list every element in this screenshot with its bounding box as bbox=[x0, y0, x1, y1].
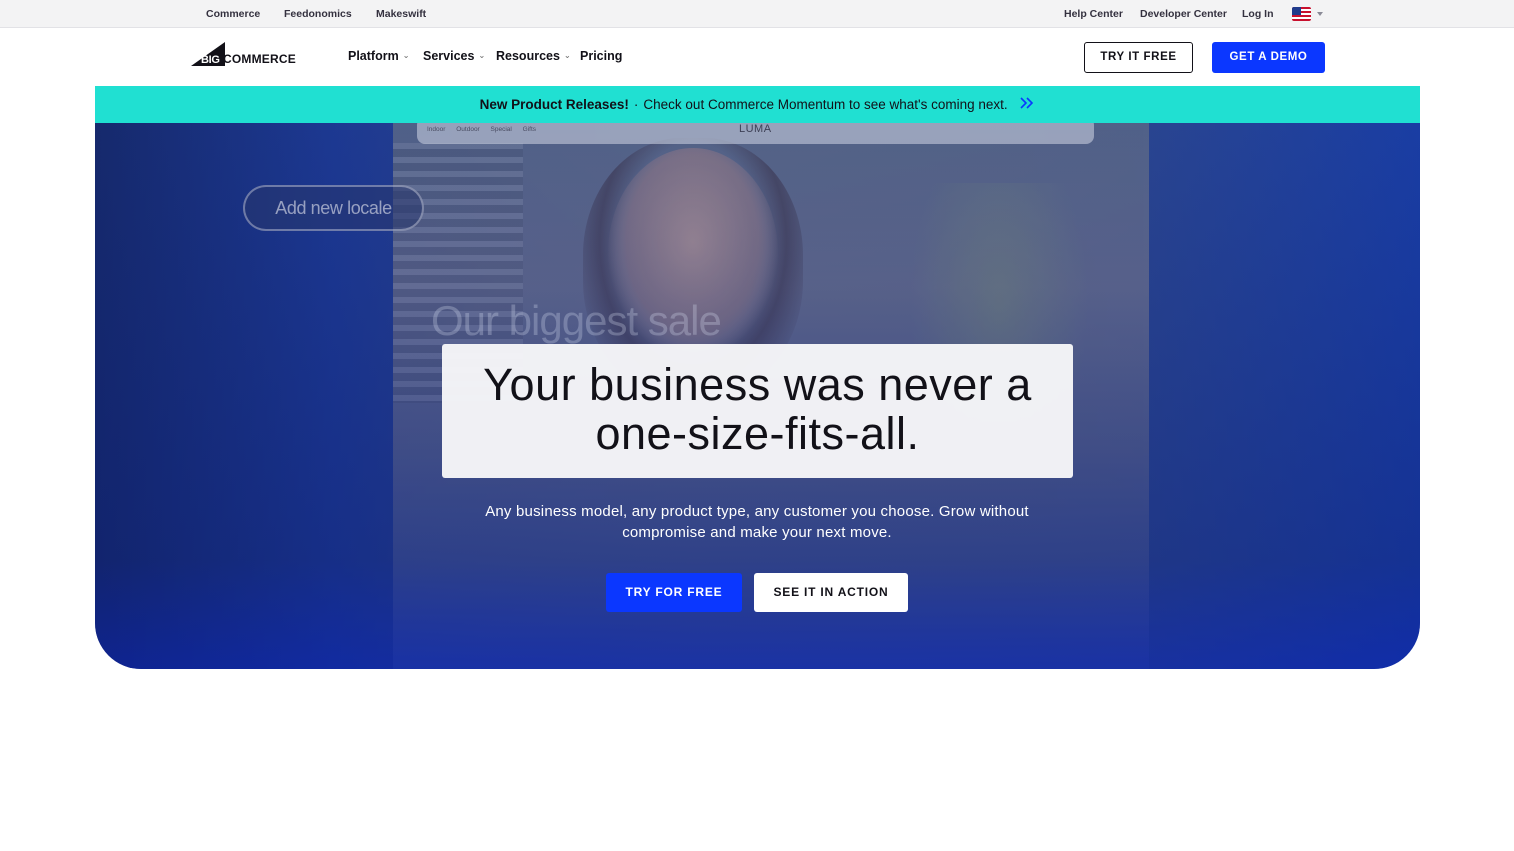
logo-big-text: BIG bbox=[201, 54, 220, 66]
see-it-in-action-button[interactable]: SEE IT IN ACTION bbox=[754, 573, 908, 612]
chevron-down-icon: ⌄ bbox=[478, 51, 486, 60]
solutions-description: Launch quickly and customize the essenti… bbox=[470, 796, 1045, 834]
nav-item-label: Resources bbox=[496, 49, 560, 63]
utility-link-log-in[interactable]: Log In bbox=[1242, 8, 1274, 20]
nav-item-label: Platform bbox=[348, 49, 399, 63]
chevron-down-icon: ⌄ bbox=[402, 51, 410, 60]
ghost-sale-text: Our biggest sale bbox=[431, 297, 722, 344]
try-it-free-button[interactable]: TRY IT FREE bbox=[1084, 42, 1193, 73]
utility-link-feedonomics[interactable]: Feedonomics bbox=[284, 8, 352, 20]
announcement-text: Check out Commerce Momentum to see what'… bbox=[643, 97, 1008, 112]
get-a-demo-button[interactable]: GET A DEMO bbox=[1212, 42, 1325, 73]
mock-browser-bar: Indoor Outdoor Special Gifts LUMA bbox=[417, 123, 1094, 144]
headline-box: Your business was never a one-size-fits-… bbox=[442, 344, 1073, 478]
region-caret-icon[interactable] bbox=[1317, 12, 1323, 16]
mock-browser-links: Indoor Outdoor Special Gifts bbox=[427, 126, 537, 133]
hero-headline: Your business was never a one-size-fits-… bbox=[483, 359, 1032, 459]
announcement-separator: · bbox=[633, 97, 639, 112]
nav-item-services[interactable]: Services ⌄ bbox=[423, 49, 485, 63]
utility-link-developer-center[interactable]: Developer Center bbox=[1140, 8, 1227, 20]
hero-subtext: Any business model, any product type, an… bbox=[485, 503, 1029, 541]
utility-link-help-center[interactable]: Help Center bbox=[1064, 8, 1123, 20]
us-flag-icon[interactable] bbox=[1292, 7, 1311, 21]
nav-item-label: Services bbox=[423, 49, 475, 63]
nav-item-label: Pricing bbox=[580, 49, 623, 63]
double-chevron-right-icon bbox=[1019, 86, 1035, 123]
mock-browser-brand: LUMA bbox=[739, 123, 772, 135]
try-for-free-button[interactable]: TRY FOR FREE bbox=[606, 573, 742, 612]
nav-item-resources[interactable]: Resources ⌄ bbox=[496, 49, 571, 63]
chevron-down-icon: ⌄ bbox=[563, 51, 571, 60]
hero-section: Indoor Outdoor Special Gifts LUMA Add ne… bbox=[95, 123, 1420, 669]
logo-commerce-text: COMMERCE bbox=[223, 52, 296, 66]
nav-item-pricing[interactable]: Pricing bbox=[580, 49, 622, 63]
utility-link-makeswift[interactable]: Makeswift bbox=[376, 8, 426, 20]
utility-link-commerce[interactable]: Commerce bbox=[206, 8, 260, 20]
add-locale-pill: Add new locale bbox=[243, 185, 424, 231]
solutions-heading: Endless solutions for every kind of bran… bbox=[440, 741, 1075, 779]
announcement-bold: New Product Releases! bbox=[479, 97, 629, 112]
announcement-bar[interactable]: New Product Releases! · Check out Commerce… bbox=[95, 86, 1420, 123]
nav-item-platform[interactable]: Platform ⌄ bbox=[348, 49, 409, 63]
main-nav: BIG COMMERCE Platform ⌄ Services ⌄ Resourc… bbox=[0, 29, 1514, 86]
utility-bar: Commerce Feedonomics Makeswift Help Cent… bbox=[0, 0, 1514, 28]
bigcommerce-logo[interactable]: BIG COMMERCE bbox=[191, 42, 296, 68]
